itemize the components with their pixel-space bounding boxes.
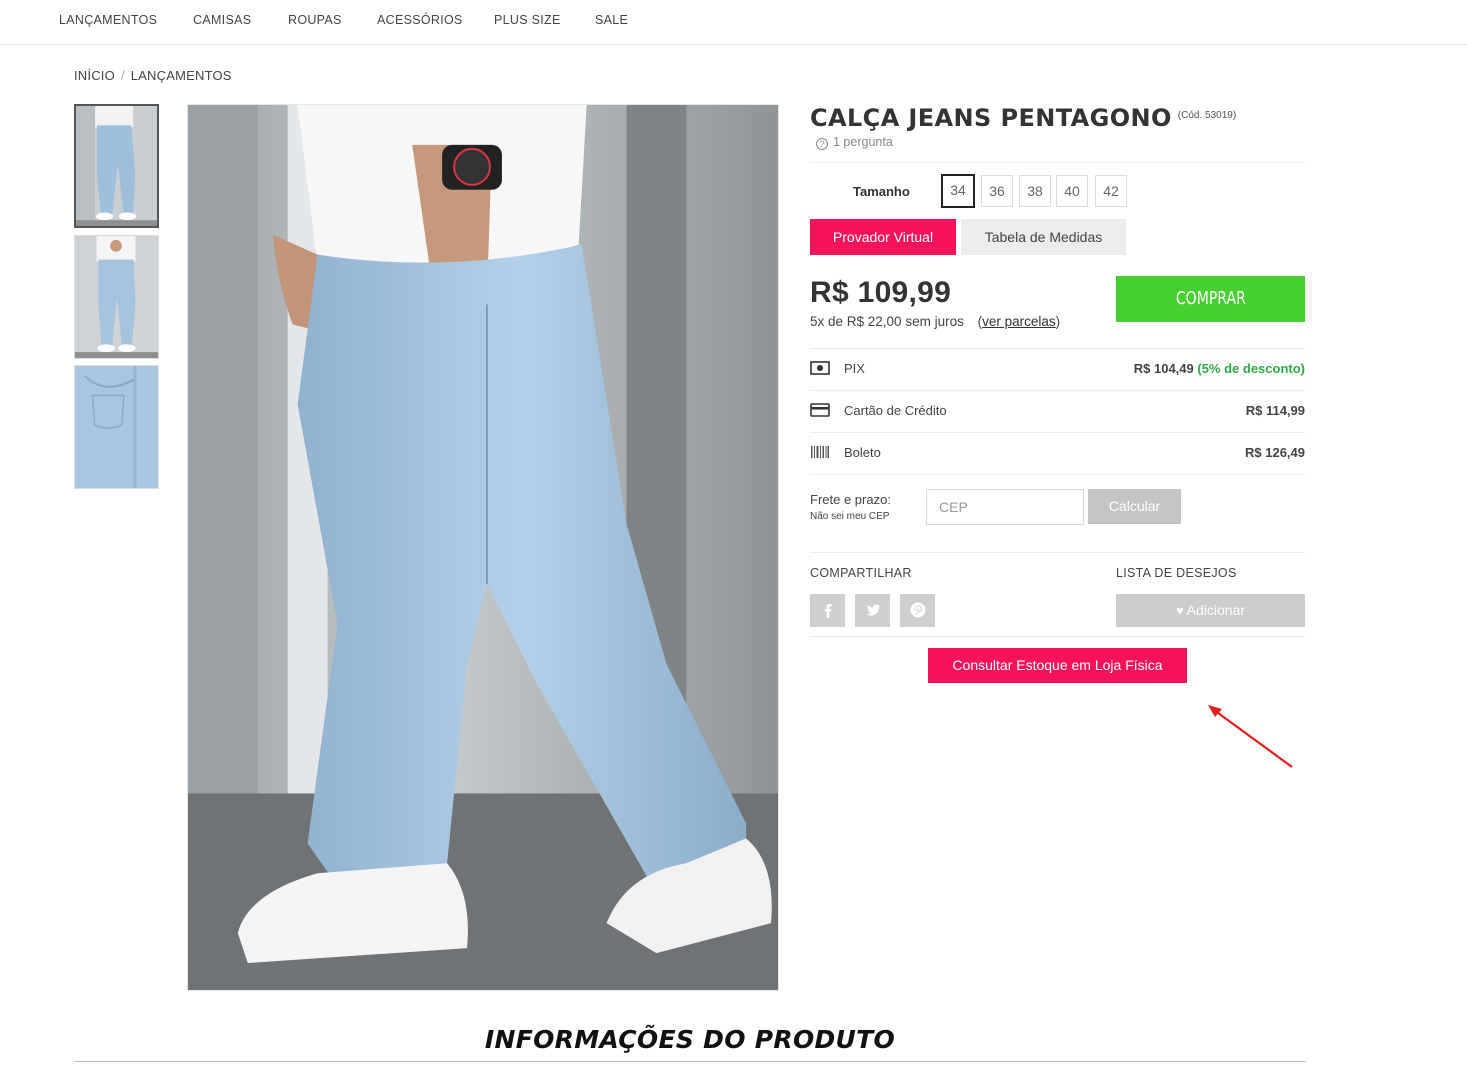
main-product-image[interactable] — [187, 104, 779, 991]
nav-item-lancamentos[interactable]: LANÇAMENTOS — [59, 13, 157, 27]
payment-value: R$ 126,49 — [1245, 445, 1305, 460]
facebook-icon — [824, 604, 831, 618]
pix-icon — [810, 361, 830, 380]
product-price: R$ 109,99 — [810, 276, 952, 309]
add-to-wishlist-label: Adicionar — [1186, 602, 1246, 618]
calculate-shipping-button[interactable]: Calcular — [1088, 489, 1181, 524]
nav-item-roupas[interactable]: ROUPAS — [288, 13, 342, 27]
installments-link[interactable]: ver parcelas — [982, 314, 1056, 329]
breadcrumb: INÍCIO / LANÇAMENTOS — [74, 68, 232, 83]
unknown-cep-link[interactable]: Não sei meu CEP — [810, 511, 889, 522]
product-info-heading: INFORMAÇÕES DO PRODUTO — [484, 1025, 896, 1054]
size-option-38[interactable]: 38 — [1019, 175, 1051, 207]
twitter-icon — [866, 604, 880, 616]
payment-row-pix: PIX R$ 104,49 (5% de desconto) — [810, 348, 1305, 390]
installments-text: 5x de R$ 22,00 sem juros — [810, 314, 964, 329]
question-icon: ? — [816, 138, 828, 150]
buy-button-label: COMPRAR — [1175, 288, 1246, 309]
wishlist-label: LISTA DE DESEJOS — [1116, 566, 1237, 580]
product-info-divider — [74, 1061, 1306, 1062]
add-to-wishlist-button[interactable]: ♥ Adicionar — [1116, 594, 1305, 627]
product-title: CALÇA JEANS PENTAGONO — [810, 104, 1172, 132]
virtual-fitting-button[interactable]: Provador Virtual — [810, 219, 956, 255]
size-chart-button[interactable]: Tabela de Medidas — [961, 219, 1126, 255]
pix-discount: (5% de desconto) — [1197, 361, 1305, 376]
facebook-share-button[interactable] — [810, 594, 845, 627]
divider — [810, 162, 1305, 163]
twitter-share-button[interactable] — [855, 594, 890, 627]
payment-name: Boleto — [844, 445, 881, 460]
divider — [810, 552, 1305, 553]
check-store-stock-button[interactable]: Consultar Estoque em Loja Física — [928, 648, 1187, 683]
size-option-36[interactable]: 36 — [981, 175, 1013, 207]
size-option-42[interactable]: 42 — [1095, 175, 1127, 207]
questions-count: 1 pergunta — [833, 135, 893, 149]
breadcrumb-separator: / — [120, 68, 125, 83]
questions-link[interactable]: ? 1 pergunta — [816, 135, 893, 150]
thumbnail-1[interactable] — [74, 104, 159, 228]
payment-row-credit: Cartão de Crédito R$ 114,99 — [810, 390, 1305, 432]
annotation-arrow — [1208, 705, 1293, 768]
nav-item-camisas[interactable]: CAMISAS — [193, 13, 251, 27]
thumbnail-2[interactable] — [74, 235, 159, 359]
breadcrumb-current[interactable]: LANÇAMENTOS — [131, 68, 232, 83]
buy-button[interactable]: COMPRAR — [1116, 276, 1305, 322]
size-option-40[interactable]: 40 — [1056, 175, 1088, 207]
pinterest-share-button[interactable] — [900, 594, 935, 627]
pinterest-icon — [910, 602, 925, 618]
shipping-label: Frete e prazo: — [810, 492, 891, 507]
payment-name: Cartão de Crédito — [844, 403, 947, 418]
size-label: Tamanho — [853, 184, 910, 199]
credit-card-icon — [810, 403, 830, 422]
payment-name: PIX — [844, 361, 865, 376]
top-nav: LANÇAMENTOS CAMISAS ROUPAS ACESSÓRIOS PL… — [0, 0, 1467, 45]
pix-price: R$ 104,49 — [1133, 361, 1194, 376]
installments-info: 5x de R$ 22,00 sem juros (ver parcelas) — [810, 314, 1060, 329]
nav-item-acessorios[interactable]: ACESSÓRIOS — [377, 13, 463, 27]
payment-row-boleto: Boleto R$ 126,49 — [810, 432, 1305, 474]
payment-value: R$ 114,99 — [1245, 403, 1305, 418]
share-label: COMPARTILHAR — [810, 566, 912, 580]
nav-item-plus-size[interactable]: PLUS SIZE — [494, 13, 561, 27]
payment-value: R$ 104,49 (5% de desconto) — [1134, 361, 1305, 376]
size-option-34[interactable]: 34 — [941, 174, 975, 208]
heart-icon: ♥ — [1175, 603, 1184, 618]
breadcrumb-home[interactable]: INÍCIO — [74, 68, 115, 83]
divider — [810, 636, 1305, 637]
title-row: CALÇA JEANS PENTAGONO (Cód. 53019) — [810, 104, 1236, 132]
cep-input[interactable] — [926, 489, 1084, 525]
nav-item-sale[interactable]: SALE — [595, 13, 628, 27]
product-code: (Cód. 53019) — [1177, 110, 1237, 121]
divider — [810, 474, 1305, 475]
thumbnail-3[interactable] — [74, 365, 159, 489]
barcode-icon — [810, 445, 830, 464]
installments-paren-close: ) — [1055, 314, 1061, 329]
